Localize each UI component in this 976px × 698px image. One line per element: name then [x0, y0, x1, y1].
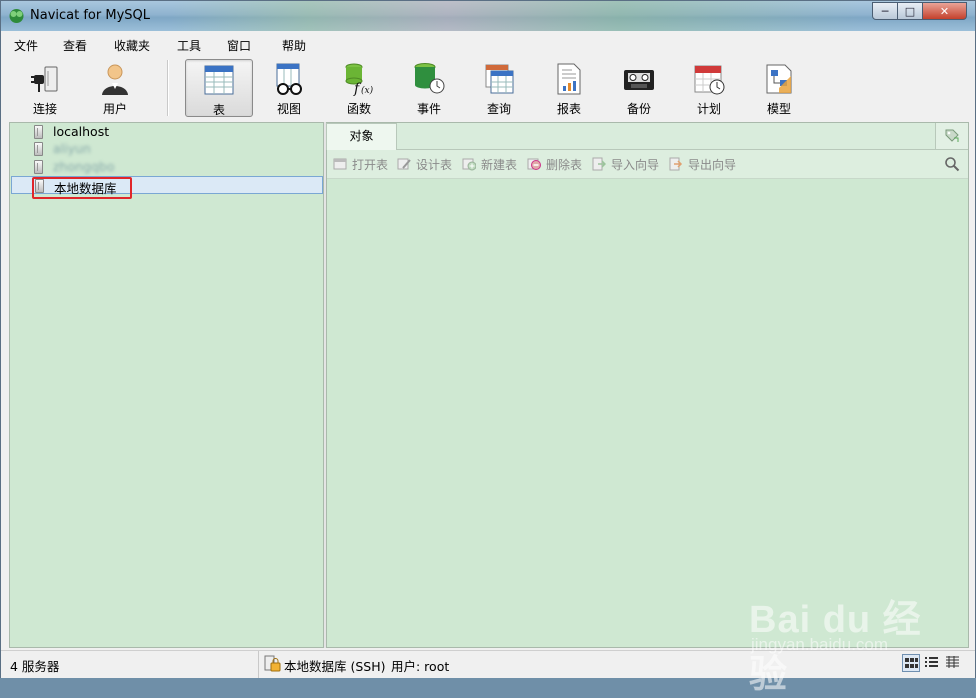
close-button[interactable]: ✕: [922, 2, 967, 20]
import-icon: [592, 157, 606, 171]
delete-table-label: 删除表: [546, 158, 583, 172]
window-title: Navicat for MySQL: [30, 8, 150, 23]
maximize-button[interactable]: □: [897, 2, 923, 20]
report-button[interactable]: 报表: [535, 59, 603, 117]
navicat-logo-icon: [9, 9, 24, 23]
tag-icon: [945, 129, 959, 142]
backup-label: 备份: [626, 102, 651, 116]
export-icon: [669, 157, 683, 171]
menu-tools[interactable]: 工具: [177, 37, 201, 54]
large-icon-view-button[interactable]: [902, 654, 920, 672]
event-button[interactable]: 事件: [395, 59, 463, 117]
title-bar-decoration: [171, 1, 861, 31]
new-table-icon: [462, 158, 476, 171]
connection-name: localhost: [53, 124, 110, 139]
calendar-clock-icon: [694, 65, 725, 95]
tab-objects[interactable]: 对象: [326, 123, 397, 150]
design-table-label: 设计表: [416, 158, 453, 172]
report-label: 报表: [556, 102, 581, 116]
search-icon[interactable]: [944, 156, 960, 172]
server-icon: [34, 142, 43, 156]
backup-button[interactable]: 备份: [605, 59, 673, 117]
user-status: 用户: root: [391, 659, 450, 674]
window-controls: ─ □ ✕: [872, 2, 967, 21]
user-button[interactable]: 用户: [81, 59, 149, 117]
detail-view-button[interactable]: [944, 654, 962, 672]
menu-help[interactable]: 帮助: [282, 37, 306, 54]
minimize-button[interactable]: ─: [872, 2, 898, 20]
model-icon: [766, 64, 792, 94]
grid-view-icon: [905, 658, 918, 668]
query-label: 查询: [486, 102, 511, 116]
connection-item[interactable]: zhongqbo: [10, 158, 322, 176]
connect-label: 连接: [32, 102, 57, 116]
view-label: 视图: [276, 102, 301, 116]
server-icon: [34, 125, 43, 139]
toolbar-separator: [167, 60, 169, 116]
annotation-highlight-box: [32, 177, 132, 199]
import-wizard-label: 导入向导: [611, 158, 660, 172]
menu-favorites[interactable]: 收藏夹: [114, 37, 150, 54]
export-wizard-label: 导出向导: [688, 158, 737, 172]
tab-strip: 对象: [326, 123, 968, 150]
open-table-icon: [333, 158, 347, 170]
svg-text:(x): (x): [361, 85, 374, 96]
schedule-button[interactable]: 计划: [675, 59, 743, 117]
minimize-icon: ─: [881, 4, 889, 18]
list-view-icon: [925, 657, 938, 667]
query-icon: [485, 64, 514, 94]
user-icon: [102, 64, 128, 95]
object-toolbar: 打开表 设计表 新建表 删除表 导入向导 导出向导: [327, 150, 968, 179]
status-bar: 4 服务器 本地数据库 (SSH) 用户: root: [1, 650, 975, 678]
table-label: 表: [212, 103, 225, 117]
event-label: 事件: [416, 102, 441, 116]
server-icon: [34, 160, 43, 174]
function-label: 函数: [346, 102, 371, 116]
connection-tree[interactable]: localhost aliyun zhongqbo 本地数据库: [9, 122, 324, 648]
connection-item[interactable]: aliyun: [10, 140, 322, 158]
connection-status: 本地数据库 (SSH): [284, 659, 386, 674]
function-button[interactable]: f (x) 函数: [325, 59, 393, 117]
ssh-lock-icon: [264, 655, 281, 672]
menu-bar: 文件 查看 收藏夹 工具 窗口 帮助: [1, 33, 975, 55]
connection-name: zhongqbo: [53, 159, 115, 174]
design-table-icon: [397, 158, 411, 170]
event-icon: [414, 63, 445, 94]
status-segment-connection: 本地数据库 (SSH) 用户: root: [259, 651, 899, 678]
menu-view[interactable]: 查看: [63, 37, 87, 54]
list-view-button[interactable]: [923, 654, 941, 672]
detail-view-icon: [946, 656, 959, 668]
function-icon: f (x): [345, 63, 374, 96]
main-toolbar: 连接 用户 表 视图 f (x) 函数 事件 查询 报表 备份 计划 模型: [1, 56, 975, 121]
report-icon: [557, 63, 581, 95]
server-count: 4 服务器: [10, 659, 60, 674]
open-table-label: 打开表: [352, 158, 389, 172]
tab-strip-action-button[interactable]: [935, 123, 968, 149]
delete-table-icon: [527, 158, 541, 170]
app-window: Navicat for MySQL ─ □ ✕ 文件 查看 收藏夹 工具 窗口 …: [0, 0, 976, 696]
connection-item[interactable]: localhost: [10, 123, 322, 141]
object-panel: 对象 打开表 设计表 新建表 删除表 导入向导 导出向导: [326, 122, 969, 648]
backup-cassette-icon: [624, 70, 654, 90]
menu-window[interactable]: 窗口: [227, 37, 251, 54]
schedule-label: 计划: [696, 102, 721, 116]
user-label: 用户: [102, 102, 127, 116]
view-glasses-icon: [276, 63, 302, 95]
table-icon: [204, 65, 234, 95]
menu-file[interactable]: 文件: [14, 37, 38, 54]
view-button[interactable]: 视图: [255, 59, 323, 117]
close-icon: ✕: [939, 4, 950, 18]
maximize-icon: □: [904, 4, 916, 18]
connection-name: aliyun: [53, 141, 91, 156]
model-label: 模型: [766, 102, 791, 116]
connect-button[interactable]: 连接: [11, 59, 79, 117]
status-segment-servers: 4 服务器: [1, 651, 259, 678]
table-button[interactable]: 表: [185, 59, 253, 117]
query-button[interactable]: 查询: [465, 59, 533, 117]
title-bar[interactable]: Navicat for MySQL ─ □ ✕: [1, 1, 975, 31]
new-table-label: 新建表: [481, 158, 518, 172]
plug-icon: [31, 66, 58, 92]
model-button[interactable]: 模型: [745, 59, 813, 117]
